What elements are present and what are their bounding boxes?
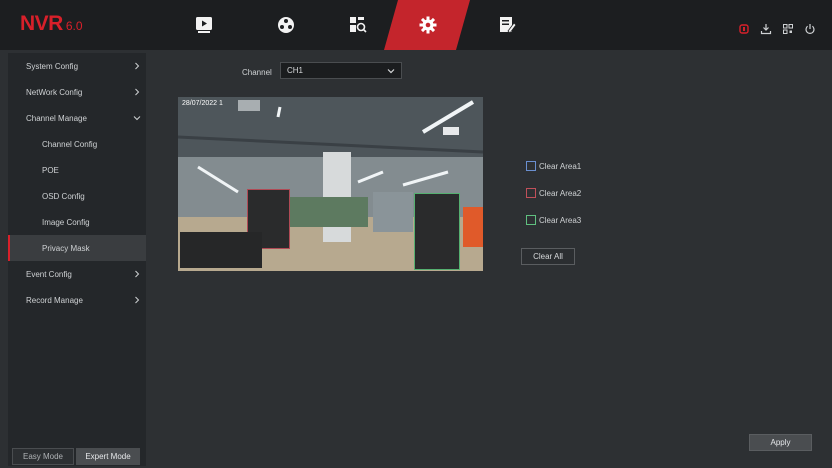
channel-select[interactable]: CH1: [280, 62, 402, 79]
chevron-right-icon: [135, 62, 140, 70]
clear-area2-checkbox[interactable]: [526, 188, 536, 198]
logo-version: 6.0: [65, 19, 83, 33]
sidebar-item-record-manage[interactable]: Record Manage: [8, 287, 146, 313]
easy-mode-button[interactable]: Easy Mode: [12, 448, 74, 465]
sidebar-item-channel-config[interactable]: Channel Config: [8, 131, 146, 157]
sidebar-item-label: System Config: [26, 61, 79, 71]
sidebar-item-privacy-mask[interactable]: Privacy Mask: [8, 235, 146, 261]
sidebar-item-label: POE: [42, 165, 59, 175]
chevron-down-icon: [133, 116, 141, 121]
nvr-app: NVR 6.0 System Config NetWork Config Cha…: [0, 0, 832, 468]
sidebar-item-label: Channel Config: [42, 139, 98, 149]
sidebar-item-label: Image Config: [42, 217, 90, 227]
download-icon[interactable]: [759, 22, 773, 36]
nav-search-button[interactable]: [328, 0, 388, 50]
chevron-right-icon: [135, 270, 140, 278]
chevron-down-icon: [387, 69, 395, 74]
sidebar-item-osd-config[interactable]: OSD Config: [8, 183, 146, 209]
privacy-mask-area-1[interactable]: [180, 232, 262, 268]
channel-select-value: CH1: [287, 66, 304, 75]
clear-area1-checkbox[interactable]: [526, 161, 536, 171]
preview-timestamp: 28/07/2022 1: [182, 100, 223, 107]
sidebar: System Config NetWork Config Channel Man…: [8, 53, 146, 466]
smart-icon: [278, 17, 294, 33]
camera-preview[interactable]: 28/07/2022 1: [178, 97, 483, 271]
clear-area3-label: Clear Area3: [539, 215, 582, 225]
sidebar-item-channel-manage[interactable]: Channel Manage: [8, 105, 146, 131]
logo: NVR 6.0: [20, 12, 83, 38]
nav-settings-button[interactable]: [398, 0, 458, 50]
sidebar-item-image-config[interactable]: Image Config: [8, 209, 146, 235]
clear-area1-label: Clear Area1: [539, 161, 582, 171]
sidebar-item-network-config[interactable]: NetWork Config: [8, 79, 146, 105]
clear-area3-row[interactable]: Clear Area3: [526, 215, 581, 225]
sidebar-item-poe[interactable]: POE: [8, 157, 146, 183]
settings-icon: [419, 16, 437, 34]
playback-icon: [196, 17, 212, 33]
top-bar: NVR 6.0: [0, 0, 832, 50]
alarm-icon[interactable]: [737, 22, 751, 36]
sidebar-item-label: Record Manage: [26, 295, 83, 305]
logo-brand: NVR: [20, 12, 63, 35]
privacy-mask-area-3[interactable]: [414, 193, 460, 270]
nav-smart-button[interactable]: [256, 0, 316, 50]
qr-icon[interactable]: [781, 22, 795, 36]
channel-label: Channel: [242, 68, 272, 77]
sidebar-item-label: Event Config: [26, 269, 72, 279]
clear-area3-checkbox[interactable]: [526, 215, 536, 225]
sidebar-item-label: Privacy Mask: [42, 243, 90, 253]
clear-area2-row[interactable]: Clear Area2: [526, 188, 581, 198]
clear-area2-label: Clear Area2: [539, 188, 582, 198]
expert-mode-button[interactable]: Expert Mode: [76, 448, 140, 465]
search-icon: [350, 17, 367, 33]
sidebar-item-label: Channel Manage: [26, 113, 87, 123]
sidebar-item-event-config[interactable]: Event Config: [8, 261, 146, 287]
sidebar-item-system-config[interactable]: System Config: [8, 53, 146, 79]
chevron-right-icon: [135, 296, 140, 304]
sidebar-item-label: OSD Config: [42, 191, 85, 201]
sidebar-item-label: NetWork Config: [26, 87, 83, 97]
nav-maintenance-button[interactable]: [478, 0, 538, 50]
power-icon[interactable]: [803, 22, 817, 36]
clear-area1-row[interactable]: Clear Area1: [526, 161, 581, 171]
clear-all-button[interactable]: Clear All: [521, 248, 575, 265]
maintenance-icon: [500, 17, 517, 34]
apply-button[interactable]: Apply: [749, 434, 812, 451]
chevron-right-icon: [135, 88, 140, 96]
nav-playback-button[interactable]: [174, 0, 234, 50]
